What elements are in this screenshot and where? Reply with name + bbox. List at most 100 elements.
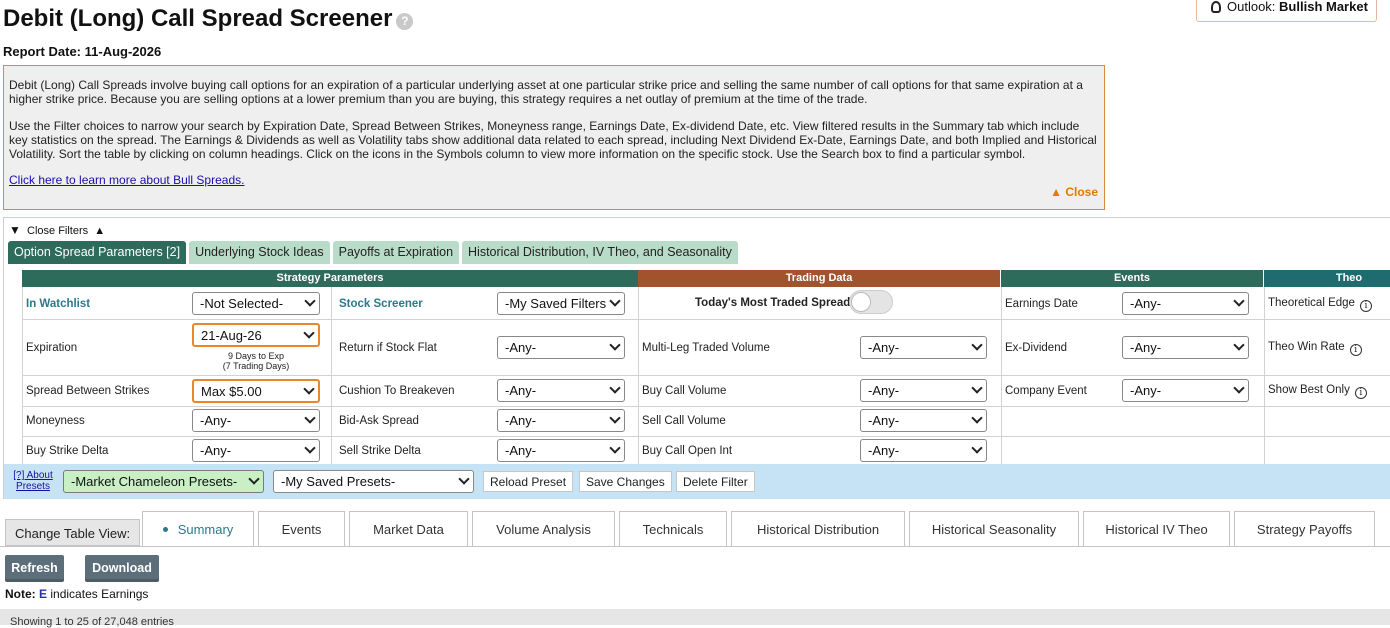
row-divider (22, 319, 1390, 320)
return-if-flat-select[interactable]: -Any- (497, 336, 625, 359)
caret-up-icon: ▲ (94, 225, 106, 237)
toggle-knob (851, 292, 871, 312)
sell-call-volume-select[interactable]: -Any- (860, 409, 987, 432)
market-presets-select[interactable]: -Market Chameleon Presets- (63, 470, 264, 493)
market-presets-value: -Market Chameleon Presets- (71, 474, 238, 489)
buy-call-open-int-value: -Any- (868, 443, 900, 458)
view-tab-historical-iv-theo[interactable]: Historical IV Theo (1083, 511, 1230, 546)
theo-win-rate-text: Theo Win Rate (1268, 341, 1345, 353)
tab-bar-underline (0, 546, 1390, 547)
tab-option-spread-parameters[interactable]: Option Spread Parameters [2] (8, 241, 187, 264)
learn-more-link[interactable]: Click here to learn more about Bull Spre… (9, 173, 244, 187)
ex-dividend-label: Ex-Dividend (1005, 342, 1067, 354)
download-button[interactable]: Download (85, 555, 159, 582)
chevron-down-icon (609, 295, 621, 307)
about-presets-link[interactable]: [?] About Presets (10, 470, 56, 492)
theoretical-edge-text: Theoretical Edge (1268, 297, 1355, 309)
buy-call-volume-value: -Any- (868, 383, 900, 398)
multi-leg-volume-label: Multi-Leg Traded Volume (642, 342, 770, 354)
view-tab-summary[interactable]: Summary (142, 511, 254, 546)
close-description-button[interactable]: ▲ Close (1050, 185, 1098, 199)
multi-leg-volume-value: -Any- (868, 340, 900, 355)
section-theo: Theo (1264, 270, 1390, 287)
show-best-only-label: Show Best Only i (1268, 384, 1367, 399)
in-watchlist-label[interactable]: In Watchlist (26, 298, 90, 310)
outlook-badge[interactable]: Outlook: Bullish Market (1196, 0, 1377, 22)
view-tab-summary-label: Summary (177, 522, 234, 537)
moneyness-label: Moneyness (26, 415, 85, 427)
tab-payoffs-at-expiration[interactable]: Payoffs at Expiration (332, 241, 460, 264)
buy-call-volume-label: Buy Call Volume (642, 385, 727, 397)
col-divider (1001, 287, 1002, 465)
tab-underlying-stock-ideas[interactable]: Underlying Stock Ideas (189, 241, 330, 264)
buy-strike-delta-label: Buy Strike Delta (26, 445, 109, 457)
view-tab-events[interactable]: Events (258, 511, 345, 546)
strategy-description: Debit (Long) Call Spreads involve buying… (3, 65, 1105, 210)
saved-presets-select[interactable]: -My Saved Presets- (273, 470, 474, 493)
delete-filter-button[interactable]: Delete Filter (676, 471, 755, 492)
chevron-down-icon (304, 295, 316, 307)
bid-ask-spread-label: Bid-Ask Spread (339, 415, 419, 427)
return-if-flat-value: -Any- (505, 340, 537, 355)
presets-bar: [?] About Presets -Market Chameleon Prese… (4, 464, 1390, 499)
info-icon[interactable]: i (1354, 387, 1367, 399)
info-icon[interactable]: i (1359, 300, 1372, 312)
spread-between-strikes-label: Spread Between Strikes (26, 385, 150, 397)
view-tab-historical-seasonality[interactable]: Historical Seasonality (909, 511, 1079, 546)
ex-dividend-select[interactable]: -Any- (1122, 336, 1249, 359)
chevron-down-icon (971, 339, 983, 351)
save-changes-button[interactable]: Save Changes (579, 471, 672, 492)
buy-strike-delta-select[interactable]: -Any- (192, 439, 320, 462)
moneyness-select[interactable]: -Any- (192, 409, 320, 432)
buy-call-volume-select[interactable]: -Any- (860, 379, 987, 402)
chevron-down-icon (304, 412, 316, 424)
chevron-down-icon (971, 382, 983, 394)
view-tab-strategy-payoffs[interactable]: Strategy Payoffs (1234, 511, 1375, 546)
outlook-value: Bullish Market (1279, 0, 1368, 14)
expiration-value: 21-Aug-26 (201, 328, 262, 343)
chevron-down-icon (609, 442, 621, 454)
spread-between-strikes-select[interactable]: Max $5.00 (192, 379, 320, 403)
todays-most-traded-label: Today's Most Traded Spreads (695, 297, 857, 309)
view-tab-volume-analysis[interactable]: Volume Analysis (472, 511, 615, 546)
help-icon[interactable]: ? (396, 13, 414, 30)
view-tab-market-data[interactable]: Market Data (349, 511, 468, 546)
stock-screener-select[interactable]: -My Saved Filters (497, 292, 625, 315)
company-event-select[interactable]: -Any- (1122, 379, 1249, 402)
reload-preset-button[interactable]: Reload Preset (483, 471, 574, 492)
earnings-date-select[interactable]: -Any- (1122, 292, 1249, 315)
earnings-date-label: Earnings Date (1005, 298, 1078, 310)
outlook-label: Outlook: (1227, 0, 1276, 14)
description-paragraph-1: Debit (Long) Call Spreads involve buying… (9, 78, 1083, 107)
show-best-only-text: Show Best Only (1268, 384, 1350, 396)
buy-strike-delta-value: -Any- (200, 443, 232, 458)
stock-screener-label[interactable]: Stock Screener (339, 298, 423, 310)
most-traded-toggle[interactable] (849, 290, 893, 314)
chevron-down-icon (303, 327, 315, 339)
in-watchlist-select[interactable]: -Not Selected- (192, 292, 320, 315)
refresh-button[interactable]: Refresh (5, 555, 64, 582)
section-trading-data: Trading Data (638, 270, 1000, 287)
view-tab-historical-distribution[interactable]: Historical Distribution (731, 511, 905, 546)
chevron-down-icon (304, 442, 316, 454)
expiration-select[interactable]: 21-Aug-26 (192, 323, 320, 347)
earnings-note: Note: E indicates Earnings (5, 587, 148, 601)
report-date-value: 11-Aug-2026 (84, 44, 162, 59)
close-filters-toggle[interactable]: ▼ Close Filters ▲ (9, 223, 105, 237)
sell-strike-delta-label: Sell Strike Delta (339, 445, 421, 457)
tab-historical-distribution[interactable]: Historical Distribution, IV Theo, and Se… (462, 241, 738, 264)
bid-ask-spread-select[interactable]: -Any- (497, 409, 625, 432)
sell-strike-delta-select[interactable]: -Any- (497, 439, 625, 462)
cushion-to-breakeven-select[interactable]: -Any- (497, 379, 625, 402)
row-divider (22, 375, 1390, 376)
cushion-to-breakeven-value: -Any- (505, 383, 537, 398)
filter-tabs: Option Spread Parameters [2] Underlying … (8, 241, 738, 264)
trading-days: (7 Trading Days) (222, 361, 290, 371)
col-divider (1264, 287, 1265, 465)
view-tab-technicals[interactable]: Technicals (619, 511, 727, 546)
buy-call-open-int-select[interactable]: -Any- (860, 439, 987, 462)
info-icon[interactable]: i (1349, 344, 1362, 356)
spread-between-strikes-value: Max $5.00 (201, 384, 262, 399)
filter-grid: Strategy Parameters Trading Data Events … (22, 270, 1390, 465)
multi-leg-volume-select[interactable]: -Any- (860, 336, 987, 359)
